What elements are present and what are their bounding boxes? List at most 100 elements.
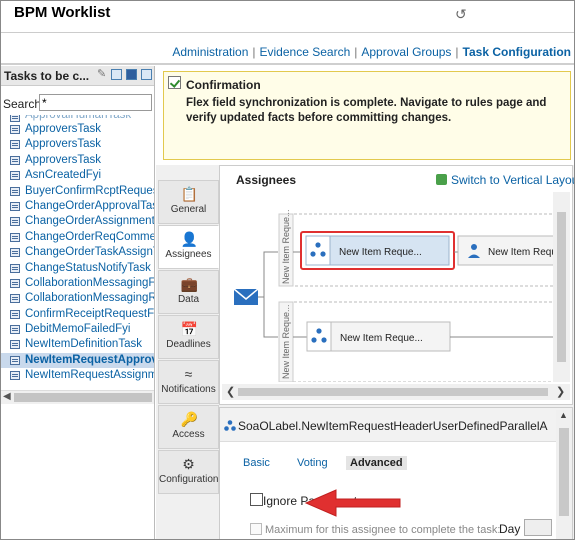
- tab-configuration[interactable]: ⚙ Configuration: [158, 450, 219, 494]
- start-envelope-icon[interactable]: [233, 288, 259, 305]
- task-list-item[interactable]: ChangeOrderTaskAssignTa: [0, 245, 154, 260]
- tab-access[interactable]: 🔑 Access: [158, 405, 219, 449]
- task-list-item[interactable]: AsnCreatedFyi: [0, 168, 154, 183]
- task-list-item[interactable]: ApprovalHumanTask: [0, 115, 154, 122]
- task-list-item[interactable]: ChangeOrderAssignment: [0, 214, 154, 229]
- task-list-item[interactable]: ConfirmReceiptRequestFo: [0, 307, 154, 322]
- calendar-icon: 📅: [180, 321, 198, 337]
- task-list-item[interactable]: NewItemRequestApprov: [0, 352, 155, 369]
- tab-label: General: [170, 204, 207, 215]
- task-list-item[interactable]: NewItemDefinitionTask: [0, 337, 154, 352]
- task-list-item[interactable]: ApproversTask: [0, 153, 154, 168]
- task-icon: [10, 325, 20, 335]
- task-icon: [10, 125, 20, 134]
- task-list-item[interactable]: DebitMemoFailedFyi: [0, 322, 154, 337]
- task-list-item[interactable]: ApproversTask: [0, 122, 154, 137]
- task-list-item[interactable]: ChangeOrderReqComment: [0, 230, 154, 245]
- diagram-hscrollbar[interactable]: ❮ ❯: [222, 384, 570, 400]
- task-icon: [10, 294, 20, 304]
- ignore-participant-checkbox[interactable]: [250, 493, 263, 506]
- briefcase-icon: 💼: [180, 276, 198, 292]
- top-navigation: Administration | Evidence Search | Approval …: [172, 45, 571, 59]
- rss-icon: ≈: [184, 366, 193, 382]
- max-time-label: Maximum for this assignee to complete th…: [265, 524, 501, 536]
- tab-label: Data: [177, 294, 200, 305]
- tab-basic[interactable]: Basic: [243, 457, 270, 469]
- refresh-list-icon[interactable]: [111, 69, 122, 80]
- task-icon: [10, 248, 20, 258]
- tab-label: Deadlines: [166, 339, 211, 350]
- task-label: NewItemDefinitionTask: [25, 338, 142, 351]
- search-input[interactable]: [39, 94, 152, 111]
- refresh-icon[interactable]: ↺: [455, 6, 467, 23]
- scroll-thumb[interactable]: [238, 388, 548, 396]
- nav-separator: |: [455, 45, 459, 59]
- day-input[interactable]: [524, 519, 552, 536]
- diagram-vscrollbar[interactable]: [553, 192, 570, 382]
- tab-label: Notifications: [161, 384, 216, 395]
- task-icon: [10, 278, 20, 288]
- gear-icon: ⚙: [182, 456, 195, 472]
- scroll-left-icon[interactable]: ❮: [226, 385, 235, 398]
- task-list-item[interactable]: NewItemRequestAssignme: [0, 368, 154, 383]
- scroll-thumb[interactable]: [559, 428, 569, 516]
- scroll-up-icon[interactable]: ▲: [559, 410, 568, 420]
- assignee-detail-panel: SoaOLabel.NewItemRequestHeaderUserDefine…: [219, 407, 573, 540]
- nav-link-approval-groups[interactable]: Approval Groups: [361, 45, 451, 59]
- confirmation-message: Confirmation Flex field synchronization …: [163, 71, 571, 160]
- nav-link-task-configuration[interactable]: Task Configuration: [463, 45, 571, 59]
- tab-label: Configuration: [159, 474, 219, 485]
- assignees-title: Assignees: [236, 173, 297, 187]
- detail-header: SoaOLabel.NewItemRequestHeaderUserDefine…: [220, 408, 572, 442]
- export-icon[interactable]: [141, 69, 152, 80]
- switch-layout-link[interactable]: Switch to Vertical Layout: [451, 173, 575, 187]
- task-list-item[interactable]: ApproversTask: [0, 137, 154, 152]
- task-label: ApprovalHumanTask: [25, 115, 132, 121]
- tab-assignees[interactable]: 👤 Assignees: [158, 225, 219, 269]
- tab-label: Assignees: [165, 249, 212, 260]
- max-time-checkbox[interactable]: [250, 523, 262, 535]
- task-list-item[interactable]: CollaborationMessagingRe: [0, 291, 154, 306]
- tab-advanced[interactable]: Advanced: [346, 456, 407, 470]
- tab-data[interactable]: 💼 Data: [158, 270, 219, 314]
- scroll-right-icon[interactable]: ❯: [556, 385, 565, 398]
- detail-vscrollbar[interactable]: ▲: [556, 410, 572, 539]
- task-list-hscrollbar[interactable]: ◀: [0, 390, 154, 404]
- nav-separator: |: [252, 45, 256, 59]
- task-label: ApproversTask: [25, 138, 102, 151]
- task-list-item[interactable]: BuyerConfirmRcptRequest: [0, 184, 154, 199]
- task-icon: [10, 140, 20, 150]
- task-label: DebitMemoFailedFyi: [25, 323, 131, 336]
- save-icon[interactable]: [126, 69, 137, 80]
- nav-divider: [0, 63, 575, 65]
- confirmation-title: Confirmation: [186, 78, 261, 92]
- switch-layout-icon[interactable]: [436, 174, 447, 185]
- connector: [258, 296, 278, 338]
- tab-general[interactable]: 📋 General: [158, 180, 219, 224]
- edit-icon[interactable]: ✎: [97, 67, 108, 80]
- task-list-item[interactable]: CollaborationMessagingFY: [0, 276, 154, 291]
- nav-separator: |: [354, 45, 358, 59]
- task-list-item[interactable]: ChangeStatusNotifyTask: [0, 261, 154, 276]
- search-label: Search: [3, 97, 42, 111]
- task-icon: [10, 371, 20, 381]
- confirmation-check-icon: [168, 76, 181, 89]
- nav-link-administration[interactable]: Administration: [172, 45, 248, 59]
- day-label: Day: [499, 522, 521, 536]
- nav-link-evidence-search[interactable]: Evidence Search: [260, 45, 351, 59]
- scroll-thumb[interactable]: [14, 393, 152, 402]
- node-icon-box: [306, 321, 332, 352]
- assignees-diagram: New Item Reque... New Item Reque... New …: [233, 209, 563, 382]
- task-icon: [10, 263, 20, 273]
- task-list-item[interactable]: ChangeOrderApprovalTask: [0, 199, 154, 214]
- stage-label-bottom: New Item Reque...: [281, 304, 291, 379]
- tab-voting[interactable]: Voting: [297, 457, 328, 469]
- node-label: New Item Reque...: [340, 333, 423, 344]
- tab-deadlines[interactable]: 📅 Deadlines: [158, 315, 219, 359]
- user-icon: 👤: [180, 231, 198, 247]
- task-icon: [10, 232, 20, 242]
- task-label: NewItemRequestApprov: [25, 353, 155, 366]
- scroll-left-icon[interactable]: ◀: [3, 391, 11, 402]
- scroll-thumb[interactable]: [557, 212, 566, 362]
- tab-notifications[interactable]: ≈ Notifications: [158, 360, 219, 404]
